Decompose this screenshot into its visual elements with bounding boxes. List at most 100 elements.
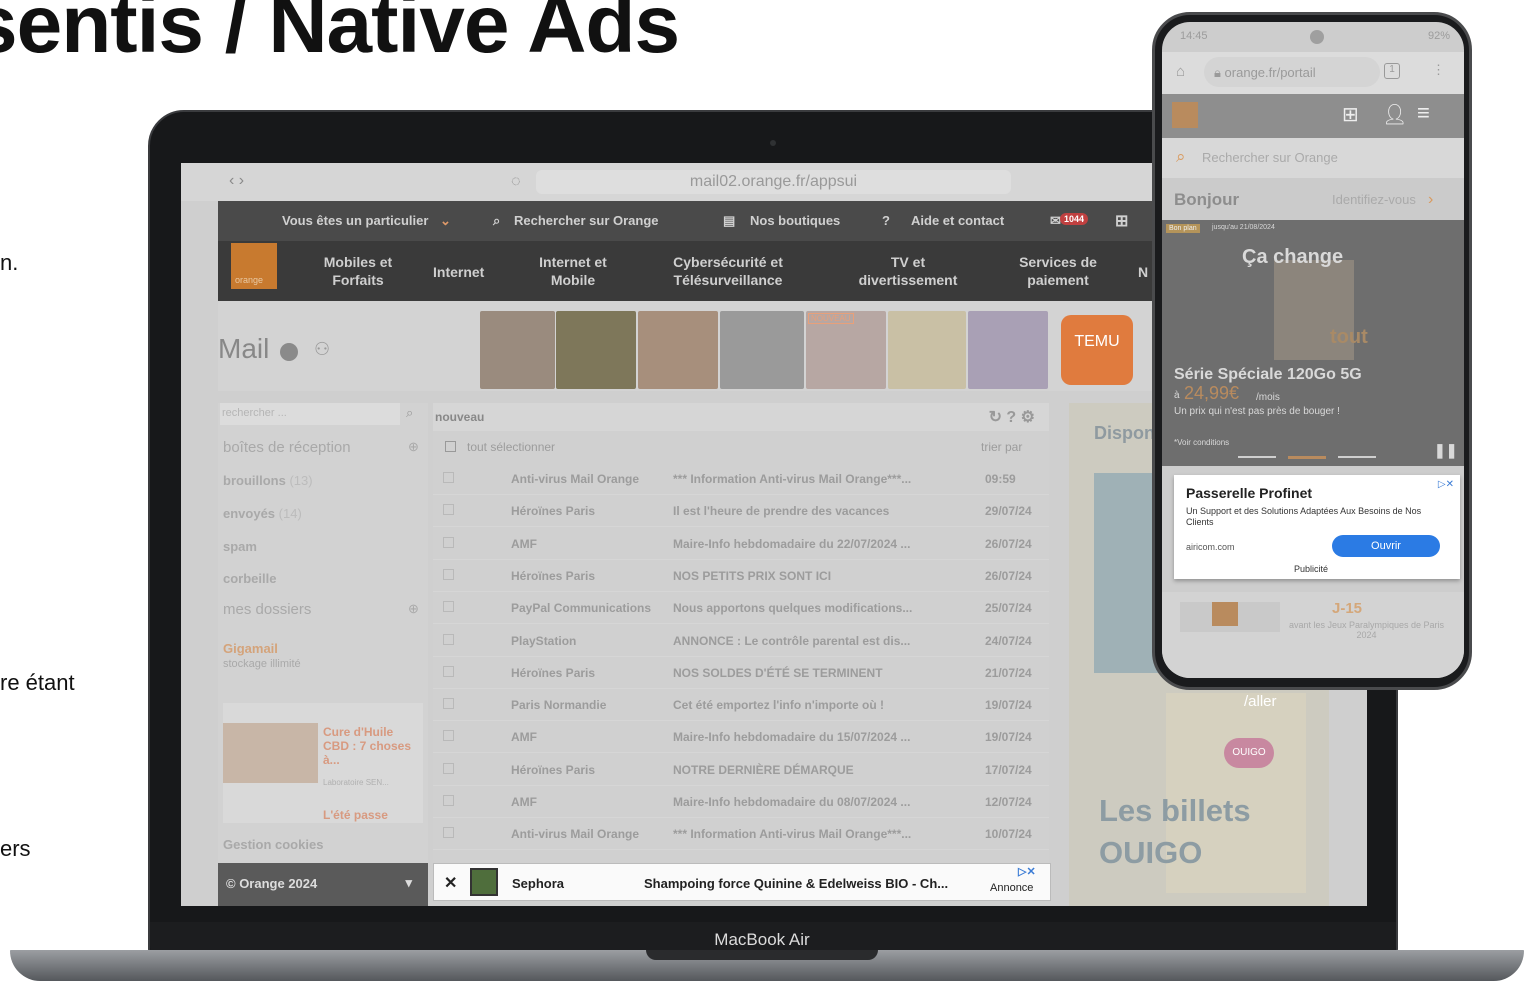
folder-mydirs[interactable]: mes dossiers: [223, 601, 311, 618]
mail-row[interactable]: PayPal Communications Nous apportons quel…: [433, 592, 1049, 625]
banner-product-image[interactable]: NOUVEAU: [806, 311, 886, 389]
row-checkbox[interactable]: [443, 568, 454, 580]
folder-trash[interactable]: corbeille: [223, 571, 276, 586]
gigamail-title[interactable]: Gigamail: [223, 641, 278, 656]
chevron-down-icon[interactable]: ⌄: [440, 213, 451, 229]
mail-row[interactable]: Paris Normandie Cet été emportez l'info n…: [433, 689, 1049, 722]
cookies-link[interactable]: Gestion cookies: [223, 837, 323, 852]
ad-text: /aller: [1244, 693, 1277, 710]
select-all-label[interactable]: tout sélectionner: [467, 440, 555, 454]
apps-grid-icon[interactable]: ⊞: [1342, 102, 1359, 127]
row-checkbox[interactable]: [443, 730, 454, 742]
mail-row[interactable]: PlayStation ANNONCE : Le contrôle parenta…: [433, 625, 1049, 657]
add-icon[interactable]: ⊕: [408, 439, 419, 455]
nav-internet-mobile[interactable]: Internet et Mobile: [513, 253, 633, 289]
offer-price: 24,99€: [1184, 383, 1240, 403]
shield-icon[interactable]: ◌: [511, 173, 521, 191]
toolbar-icons[interactable]: ↻ ? ⚙: [989, 407, 1035, 427]
close-icon[interactable]: ✕: [444, 873, 457, 893]
row-checkbox[interactable]: [443, 665, 454, 677]
phone-promo-carousel[interactable]: Bon plan jusqu'au 21/08/2024 Ça change t…: [1162, 220, 1464, 466]
carousel-dot[interactable]: [1238, 456, 1276, 458]
chevron-down-icon[interactable]: ▾: [405, 875, 412, 891]
boutiques-link[interactable]: Nos boutiques: [750, 213, 840, 228]
mail-row[interactable]: AMF Maire-Info hebdomadaire du 15/07/2024…: [433, 721, 1049, 754]
folder-inbox[interactable]: boîtes de réception: [223, 439, 351, 456]
nav-label: Internet et Mobile: [539, 254, 607, 288]
sidebar-ad[interactable]: Cure d'Huile CBD : 7 choses à... Laborat…: [223, 703, 423, 823]
phone-search-input[interactable]: ⌕ Rechercher sur Orange: [1162, 138, 1464, 178]
browser-url-bar[interactable]: mail02.orange.fr/appsui: [536, 170, 1011, 194]
search-icon[interactable]: ⌕: [406, 405, 413, 421]
tabs-button[interactable]: 1: [1384, 63, 1400, 79]
user-icon[interactable]: 👤︎: [1382, 102, 1407, 127]
home-icon[interactable]: ⌂: [1176, 63, 1185, 80]
ad-label: Publicité: [1294, 564, 1329, 574]
orange-search-link[interactable]: Rechercher sur Orange: [514, 213, 659, 228]
mail-row[interactable]: Héroïnes Paris NOTRE DERNIÈRE DÉMARQUE 17/…: [433, 754, 1049, 786]
adchoices-icon[interactable]: ▷✕: [1438, 479, 1454, 490]
row-checkbox[interactable]: [443, 795, 454, 806]
folder-sent[interactable]: envoyés (14): [223, 506, 302, 521]
nav-more[interactable]: N: [1138, 263, 1148, 281]
row-checkbox[interactable]: [443, 601, 454, 613]
browser-nav-arrows[interactable]: ‹ ›: [229, 172, 244, 190]
nav-cybersecurite[interactable]: Cybersécurité et Télésurveillance: [658, 253, 798, 289]
account-dropdown-icon[interactable]: [280, 343, 298, 361]
more-icon[interactable]: ⋮: [1432, 62, 1445, 78]
adchoices-icon[interactable]: ▷✕: [1018, 865, 1036, 878]
mail-icon[interactable]: ✉: [1050, 213, 1061, 229]
mail-row[interactable]: Héroïnes Paris Il est l'heure de prendre …: [433, 495, 1049, 528]
select-all-checkbox[interactable]: [445, 441, 456, 452]
mail-search-input[interactable]: rechercher ...: [220, 403, 400, 425]
aide-contact-link[interactable]: Aide et contact: [911, 213, 1004, 228]
nav-tv[interactable]: TV et divertissement: [848, 253, 968, 289]
sort-dropdown[interactable]: trier par: [981, 440, 1022, 454]
banner-product-image[interactable]: [968, 311, 1048, 389]
battery-level: 92%: [1427, 30, 1450, 42]
temu-logo[interactable]: TEMU: [1061, 315, 1133, 385]
row-checkbox[interactable]: [443, 762, 454, 774]
folder-drafts[interactable]: brouillons (13): [223, 473, 313, 488]
login-link[interactable]: Identifiez-vous: [1332, 192, 1416, 207]
mail-row[interactable]: Héroïnes Paris NOS SOLDES D'ÉTÉ SE TERMIN…: [433, 657, 1049, 689]
carousel-dot-active[interactable]: [1288, 456, 1326, 459]
menu-icon[interactable]: ≡: [1417, 100, 1430, 126]
orange-logo[interactable]: orange: [231, 243, 277, 289]
mail-row[interactable]: AMF Maire-Info hebdomadaire du 08/07/2024…: [433, 786, 1049, 818]
mail-row[interactable]: AMF Maire-Info hebdomadaire du 22/07/2024…: [433, 528, 1049, 560]
banner-product-image[interactable]: [888, 311, 966, 389]
phone-native-ad[interactable]: Passerelle Profinet ▷✕ Un Support et des…: [1174, 475, 1460, 579]
banner-product-image[interactable]: [720, 311, 804, 389]
native-ad-row[interactable]: ✕ Sephora Shampoing force Quinine & Edel…: [433, 863, 1051, 901]
mail-row[interactable]: Héroïnes Paris NOS PETITS PRIX SONT ICI 26…: [433, 560, 1049, 592]
nav-internet[interactable]: Internet: [433, 263, 484, 281]
contacts-icon[interactable]: ⚇: [314, 339, 330, 360]
nav-paiement[interactable]: Services de paiement: [998, 253, 1118, 289]
orange-logo[interactable]: [1172, 102, 1198, 128]
mail-row[interactable]: Anti-virus Mail Orange *** Information An…: [433, 463, 1049, 495]
row-checkbox[interactable]: [443, 827, 454, 839]
row-checkbox[interactable]: [443, 633, 454, 645]
row-checkbox[interactable]: [443, 536, 454, 548]
phone-url[interactable]: 🔒︎ orange.fr/portail: [1204, 57, 1380, 87]
nav-mobiles[interactable]: Mobiles et Forfaits: [298, 253, 418, 289]
banner-product-image[interactable]: [638, 311, 718, 389]
carousel-dot[interactable]: [1338, 456, 1376, 458]
row-checkbox[interactable]: [443, 504, 454, 516]
row-checkbox[interactable]: [443, 472, 454, 483]
ad-headline: Les billets: [1099, 793, 1251, 828]
pause-icon[interactable]: ❚❚: [1434, 442, 1457, 459]
search-icon[interactable]: ⌕: [493, 213, 500, 229]
ad-open-button[interactable]: Ouvrir: [1332, 535, 1440, 557]
conditions-link[interactable]: *Voir conditions: [1174, 438, 1229, 447]
apps-grid-icon[interactable]: ⊞: [1115, 211, 1128, 231]
add-icon[interactable]: ⊕: [408, 601, 419, 617]
mail-subject: Il est l'heure de prendre des vacances: [673, 504, 890, 519]
mail-row[interactable]: Anti-virus Mail Orange *** Information An…: [433, 818, 1049, 851]
row-checkbox[interactable]: [443, 698, 454, 710]
banner-product-image[interactable]: [480, 311, 555, 389]
particulier-dropdown[interactable]: Vous êtes un particulier: [282, 213, 428, 228]
banner-product-image[interactable]: [556, 311, 636, 389]
folder-spam[interactable]: spam: [223, 539, 257, 554]
